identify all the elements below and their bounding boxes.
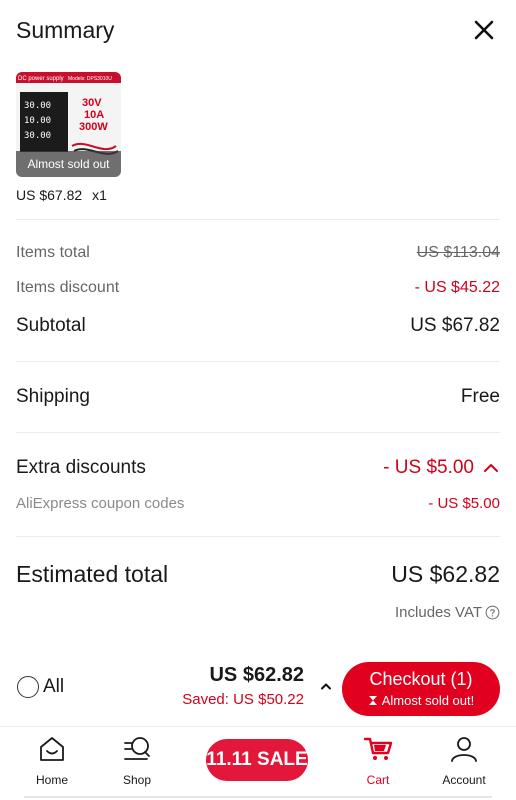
tab-cart[interactable]: Cart <box>338 733 418 787</box>
estimated-total-row: Estimated total US $62.82 <box>16 561 500 588</box>
divider <box>16 219 500 220</box>
tab-cart-label: Cart <box>366 773 390 787</box>
divider <box>16 361 500 362</box>
home-indicator <box>24 796 492 798</box>
image-spec-3: 300W <box>79 121 108 133</box>
subtotal-label: Subtotal <box>16 315 86 336</box>
estimated-total-label: Estimated total <box>16 561 169 587</box>
checkout-total-price: US $62.82 <box>209 664 304 686</box>
image-display-2: 10.00 <box>24 116 51 126</box>
product-quantity: x1 <box>92 187 107 203</box>
coupon-label: AliExpress coupon codes <box>16 495 185 512</box>
summary-header: Summary <box>0 0 516 62</box>
checkout-total: US $62.82 Saved: US $50.22 <box>182 664 304 708</box>
vat-note-text: Includes VAT <box>395 604 482 621</box>
extra-discounts-value: - US $5.00 <box>383 457 474 478</box>
subtotal-row: Subtotal US $67.82 <box>16 315 500 337</box>
checkout-button-sub: Almost sold out! <box>342 693 500 708</box>
product-thumbnail[interactable]: DC power supply Models: DPS3010U 30.00 1… <box>16 72 121 177</box>
extra-discounts-row[interactable]: Extra discounts - US $5.00 <box>16 457 500 479</box>
divider <box>16 432 500 433</box>
image-display-1: 30.00 <box>24 101 51 111</box>
checkout-button-label: Checkout (1) <box>369 669 473 689</box>
tab-account[interactable]: Account <box>424 733 504 787</box>
select-all-checkbox[interactable]: All <box>17 676 64 698</box>
items-total-value: US $113.04 <box>416 244 500 261</box>
shipping-value: Free <box>460 386 500 407</box>
almost-sold-out-overlay: Almost sold out <box>16 151 121 177</box>
chevron-up-icon[interactable] <box>482 459 500 477</box>
tab-shop-label: Shop <box>122 773 152 787</box>
vat-note: Includes VAT <box>395 604 500 621</box>
cart-icon <box>363 737 393 760</box>
image-text-top-left: DC power supply <box>18 76 64 82</box>
sale-badge-button[interactable]: 11.11 SALE <box>206 739 308 781</box>
product-price: US $67.82 <box>16 187 83 203</box>
tab-account-label: Account <box>442 773 486 787</box>
extra-discounts-value-wrap[interactable]: - US $5.00 <box>383 457 500 479</box>
select-all-radio[interactable] <box>17 676 39 698</box>
image-text-top-right: Models: DPS3010U <box>68 76 112 82</box>
home-icon <box>40 737 64 761</box>
select-all-label: All <box>43 676 65 697</box>
checkout-saved: Saved: US $50.22 <box>182 691 304 708</box>
image-display-3: 30.00 <box>24 131 51 141</box>
hourglass-icon <box>368 696 377 705</box>
close-icon[interactable] <box>470 16 498 44</box>
shop-icon <box>124 737 150 760</box>
items-discount-label: Items discount <box>16 279 120 296</box>
divider <box>16 536 500 537</box>
account-icon <box>451 737 477 762</box>
tab-shop[interactable]: Shop <box>97 733 177 787</box>
items-total-label: Items total <box>16 244 90 261</box>
tab-home-label: Home <box>35 773 68 787</box>
items-discount-row: Items discount - US $45.22 <box>16 279 500 297</box>
shipping-label: Shipping <box>16 386 90 407</box>
checkout-bar: All US $62.82 Saved: US $50.22 Checkout … <box>0 656 516 726</box>
items-discount-value: - US $45.22 <box>414 279 500 296</box>
image-spec-2: 10A <box>84 109 104 121</box>
tab-home[interactable]: Home <box>12 733 92 787</box>
coupon-row: AliExpress coupon codes - US $5.00 <box>16 495 500 512</box>
shipping-row: Shipping Free <box>16 386 500 408</box>
checkout-button-sub-text: Almost sold out! <box>381 693 475 708</box>
items-total-row: Items total US $113.04 <box>16 244 500 262</box>
page-title: Summary <box>16 17 115 43</box>
estimated-total-value: US $62.82 <box>391 561 500 587</box>
caret-up-icon[interactable] <box>318 678 334 694</box>
subtotal-value: US $67.82 <box>410 315 500 336</box>
coupon-value: - US $5.00 <box>428 495 500 512</box>
checkout-button[interactable]: Checkout (1) Almost sold out! <box>342 662 500 716</box>
help-icon[interactable] <box>485 605 500 620</box>
extra-discounts-label: Extra discounts <box>16 457 146 478</box>
image-spec-1: 30V <box>82 97 102 109</box>
product-price-line: US $67.82 x1 <box>16 187 107 203</box>
bottom-tab-bar: Home Shop 11.11 SALE Cart Account <box>0 726 516 800</box>
